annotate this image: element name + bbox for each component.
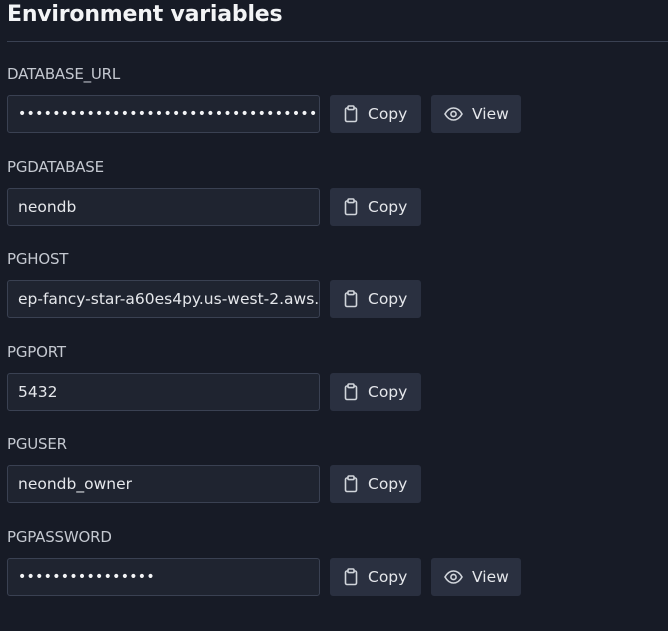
copy-button[interactable]: Copy xyxy=(330,465,421,504)
env-panel: Environment variables DATABASE_URL •••••… xyxy=(0,0,668,631)
var-label: PGPORT xyxy=(7,342,66,361)
var-label: PGDATABASE xyxy=(7,157,104,176)
view-label: View xyxy=(472,567,509,586)
var-label: DATABASE_URL xyxy=(7,65,121,83)
clipboard-icon xyxy=(343,105,359,123)
page-title: Environment variables xyxy=(7,2,283,27)
clipboard-icon xyxy=(343,290,359,308)
copy-label: Copy xyxy=(368,105,408,123)
var-label: PGPASSWORD xyxy=(7,527,112,546)
view-button[interactable]: View xyxy=(431,95,521,133)
copy-button[interactable]: Copy xyxy=(330,187,421,226)
var-value-field[interactable]: neondb_owner xyxy=(7,465,320,504)
var-database-url: DATABASE_URL •••••••••••••••••••••••••••… xyxy=(7,63,668,156)
copy-button[interactable]: Copy xyxy=(330,557,421,596)
var-value-field[interactable]: •••••••••••••••• xyxy=(7,557,320,596)
copy-label: Copy xyxy=(368,197,408,216)
copy-label: Copy xyxy=(368,567,408,586)
eye-icon xyxy=(444,107,463,121)
variables-list: DATABASE_URL •••••••••••••••••••••••••••… xyxy=(7,63,668,619)
var-pguser: PGUSER neondb_owner Copy xyxy=(7,433,668,526)
var-value-field[interactable]: •••••••••••••••••••••••••••••••••••••••• xyxy=(7,95,320,133)
copy-button[interactable]: Copy xyxy=(330,95,421,133)
view-button[interactable]: View xyxy=(431,557,521,596)
clipboard-icon xyxy=(343,197,359,216)
var-value-field[interactable]: 5432 xyxy=(7,372,320,411)
var-value-field[interactable]: ep-fancy-star-a60es4py.us-west-2.aws.neo… xyxy=(7,280,320,319)
var-pgpassword: PGPASSWORD •••••••••••••••• Copy View xyxy=(7,526,668,619)
copy-button[interactable]: Copy xyxy=(330,280,421,319)
clipboard-icon xyxy=(343,475,359,493)
var-value-field[interactable]: neondb xyxy=(7,187,320,226)
eye-icon xyxy=(444,570,463,584)
var-label: PGHOST xyxy=(7,250,69,269)
view-label: View xyxy=(472,105,509,123)
var-pgdatabase: PGDATABASE neondb Copy xyxy=(7,156,668,249)
clipboard-icon xyxy=(343,568,359,586)
var-pgport: PGPORT 5432 Copy xyxy=(7,341,668,434)
title-divider xyxy=(7,41,668,42)
copy-label: Copy xyxy=(368,475,408,494)
var-pghost: PGHOST ep-fancy-star-a60es4py.us-west-2.… xyxy=(7,248,668,341)
var-label: PGUSER xyxy=(7,435,67,454)
copy-label: Copy xyxy=(368,290,408,309)
clipboard-icon xyxy=(343,382,359,401)
copy-button[interactable]: Copy xyxy=(330,372,421,411)
copy-label: Copy xyxy=(368,382,408,401)
